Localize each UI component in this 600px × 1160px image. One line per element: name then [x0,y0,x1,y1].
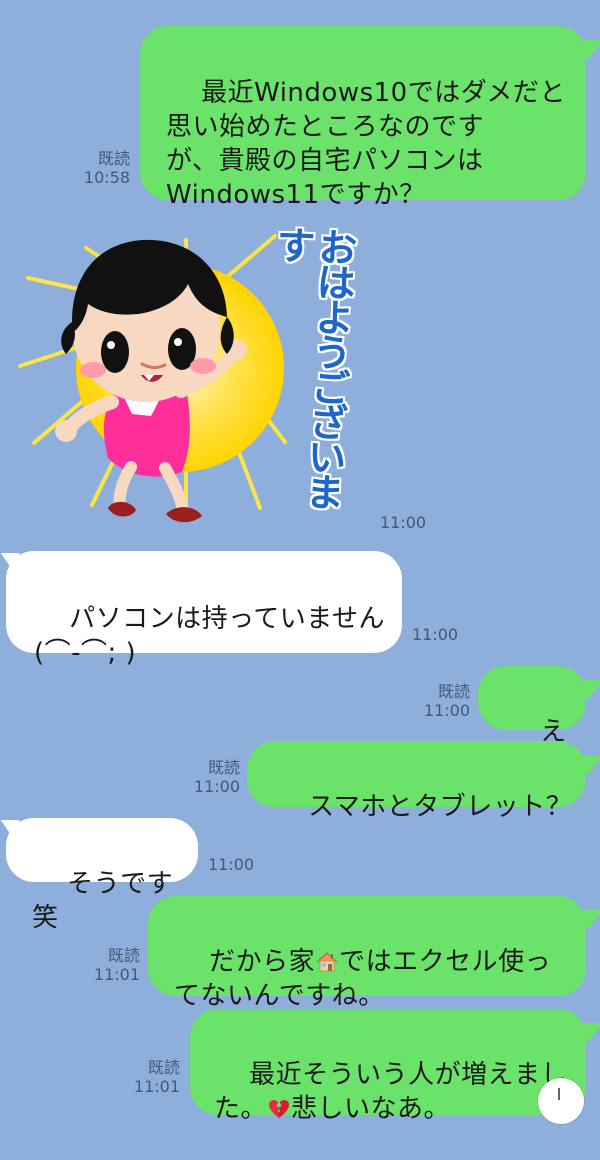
read-receipt: 既読 [207,758,240,777]
message-1-meta: 既読 10:58 [72,149,130,187]
outgoing-message-bubble[interactable]: だから家 ではエクセル使っ てないんですね。 [148,896,586,1011]
outgoing-message-bubble[interactable]: スマホとタブレット？ [247,741,586,822]
broken-heart-emoji-icon [267,1096,291,1120]
message-time: 10:58 [83,168,130,187]
sticker-message[interactable]: おはようございます [18,220,358,535]
sticker-time: 11:00 [380,513,427,532]
message-text-part: だから家 [209,947,316,977]
message-time: 11:00 [208,855,255,874]
outgoing-message-bubble[interactable]: 最近そういう人が増えまし た。 悲しいなあ。 [190,1009,586,1124]
message-time: 11:01 [133,1077,180,1096]
message-5-meta: 既読 11:00 [185,758,240,796]
message-8-meta: 既読 11:01 [125,1058,180,1096]
read-receipt: 既読 [147,1058,180,1077]
message-time: 11:00 [193,777,240,796]
message-4-meta: 既読 11:00 [415,682,470,720]
read-receipt: 既読 [97,149,130,168]
message-time: 11:01 [93,965,140,984]
message-time: 11:00 [423,701,470,720]
message-text: スマホとタブレット？ [308,792,573,822]
message-7-meta: 既読 11:01 [88,946,140,984]
house-emoji-icon [315,949,339,973]
chat-thread: 既読 10:58 最近Windows10ではダメだと 思い始めたところなのです … [0,0,600,1124]
message-text: 最近Windows10ではダメだと 思い始めたところなのです が、貴殿の自宅パソ… [166,78,566,210]
outgoing-message-bubble[interactable]: えっ [478,666,586,781]
read-receipt: 既読 [107,946,140,965]
incoming-message-bubble[interactable]: そうです笑 [6,818,198,933]
message-time: 11:00 [412,625,459,644]
read-receipt: 既読 [437,682,470,701]
incoming-message-bubble[interactable]: パソコンは持っていません (⌒-⌒; ) [6,551,402,668]
message-text-part: 悲しいなあ。 [291,1094,451,1124]
scroll-bottom-button[interactable] [538,1078,584,1124]
sticker-text: おはようございます [269,223,359,509]
message-text: パソコンは持っていません (⌒-⌒; ) [34,604,385,668]
outgoing-message-bubble[interactable]: 最近Windows10ではダメだと 思い始めたところなのです が、貴殿の自宅パソ… [140,26,586,210]
